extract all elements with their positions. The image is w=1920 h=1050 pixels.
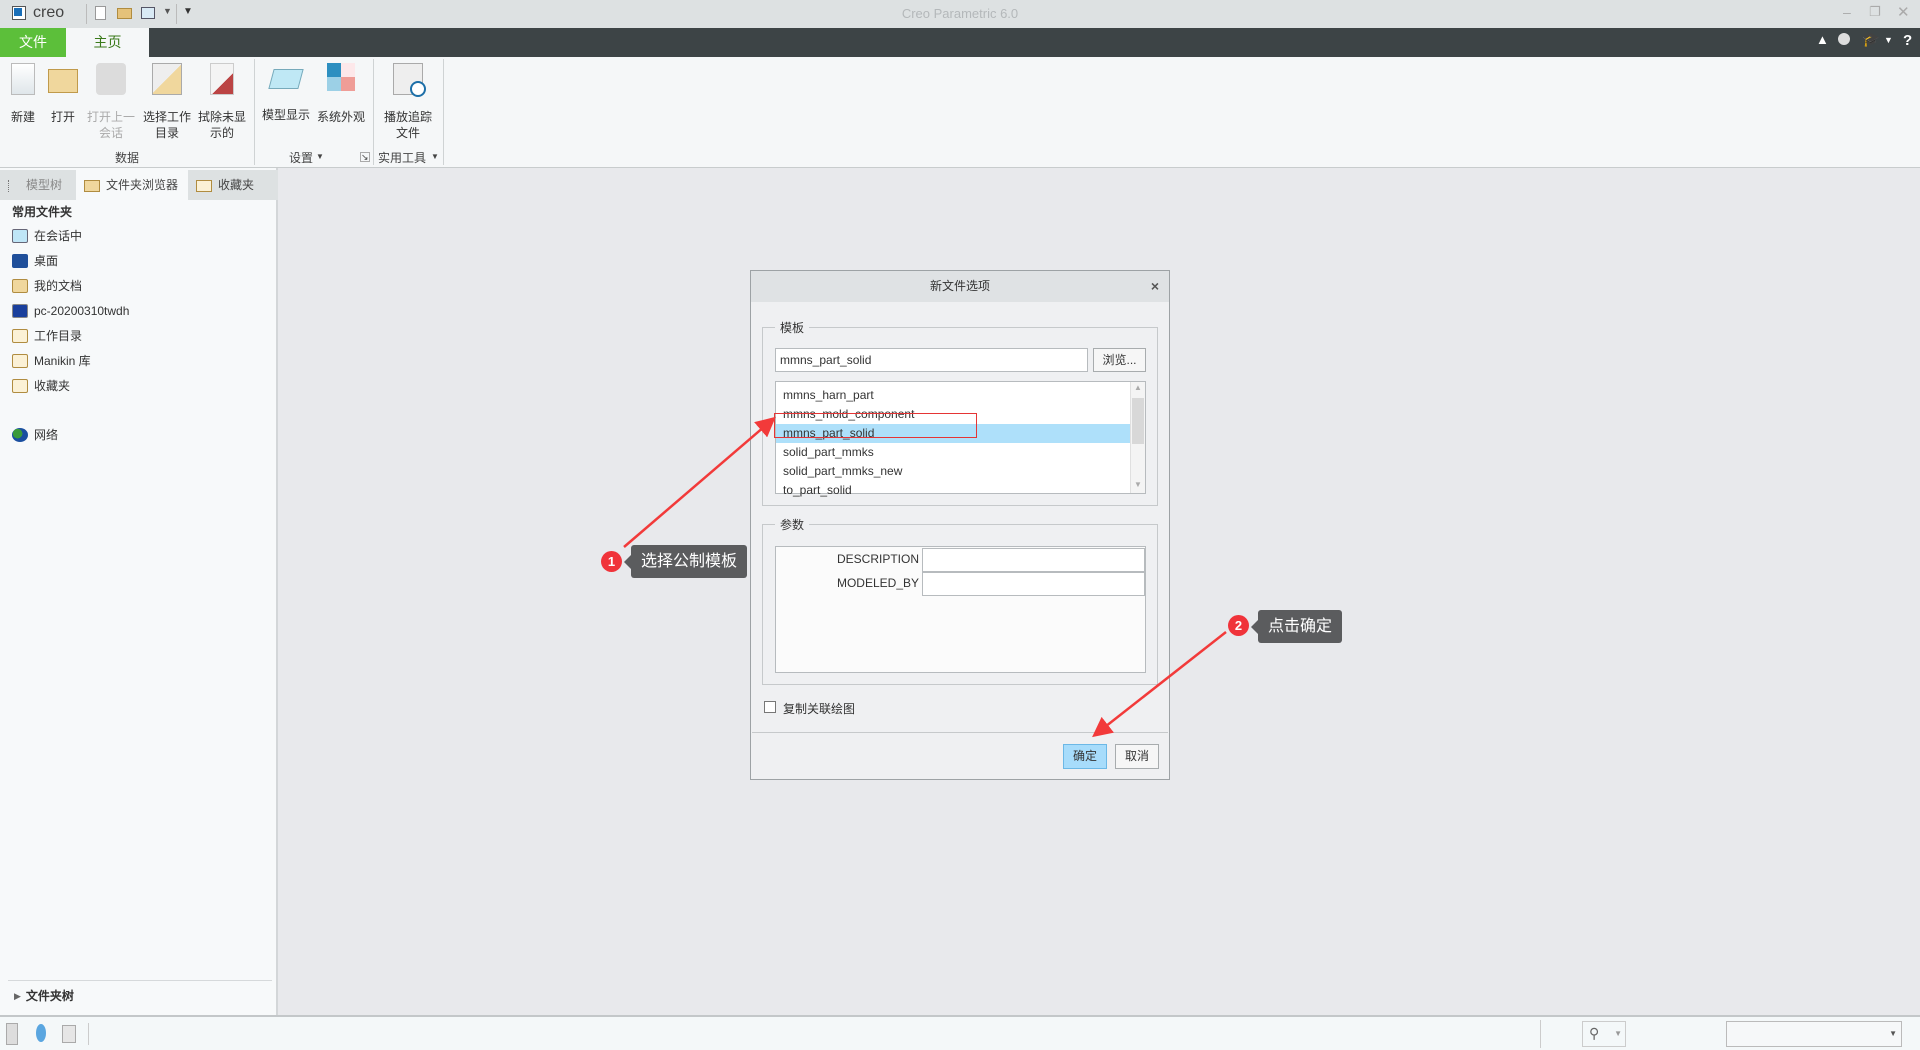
annotation-arrow-2 <box>1092 631 1227 738</box>
annotation-arrow-1 <box>623 416 776 548</box>
annotation-label-1: 选择公制模板 <box>623 545 748 578</box>
annotation-arrows <box>623 416 1227 738</box>
annotation-number-1: 1 <box>601 551 622 572</box>
annotation-number-2: 2 <box>1228 615 1249 636</box>
annotation-label-2: 点击确定 <box>1250 610 1343 643</box>
